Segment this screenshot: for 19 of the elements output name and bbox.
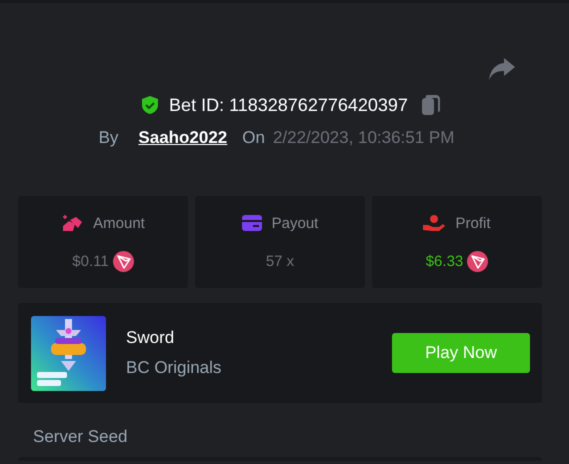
share-icon[interactable] (489, 58, 515, 80)
by-label: By (98, 128, 118, 148)
server-seed-label: Server Seed (32, 427, 128, 448)
stat-label: Payout (272, 214, 318, 232)
bet-id-label: Bet ID: 118328762776420397 (169, 94, 408, 116)
copy-icon[interactable] (422, 95, 440, 115)
stat-value: $0.11 (72, 252, 109, 270)
game-title: Sword (126, 328, 176, 348)
stat-value: $6.33 (426, 252, 464, 270)
user-link[interactable]: Saaho2022 (138, 128, 228, 148)
game-provider: BC Originals (126, 358, 222, 378)
bet-date: 2/22/2023, 10:36:51 PM (272, 128, 454, 148)
coins-icon (61, 214, 84, 232)
stat-value: 57 x (266, 252, 294, 270)
on-label: On (242, 128, 265, 148)
hand-coin-icon (423, 214, 446, 232)
card-icon (242, 215, 262, 231)
stat-label: Amount (93, 214, 145, 232)
stat-label: Profit (455, 214, 490, 232)
